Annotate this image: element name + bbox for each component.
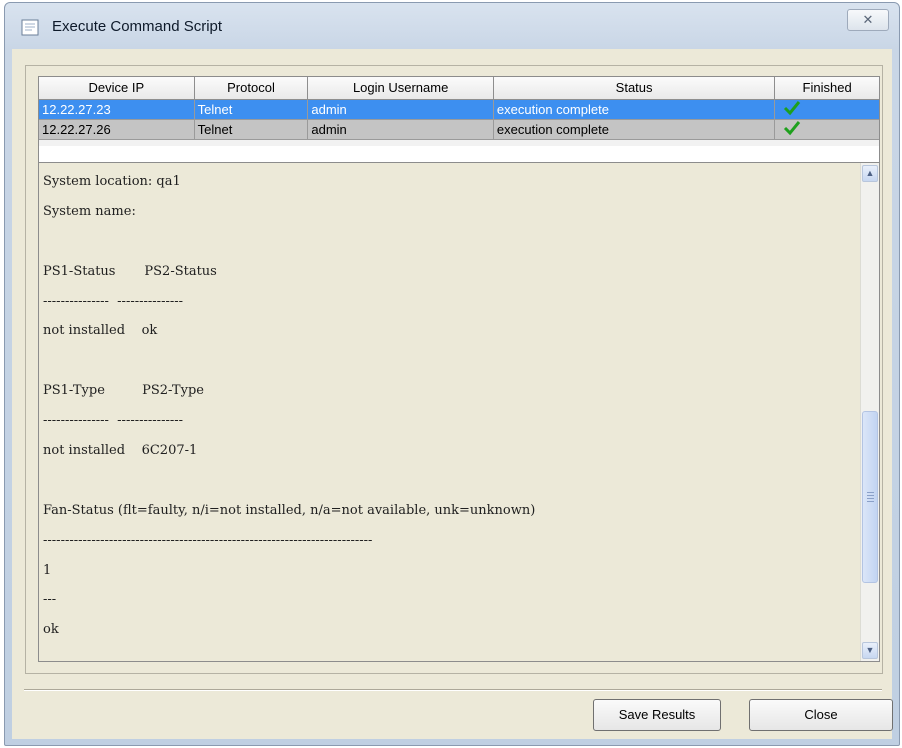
save-results-button[interactable]: Save Results [593, 699, 721, 731]
command-output-text: System location: qa1 System name: PS1-Stat… [43, 167, 855, 657]
check-icon [775, 100, 879, 119]
vertical-scrollbar[interactable]: ▲ ▼ [860, 163, 879, 661]
close-icon: ✕ [862, 12, 874, 27]
scroll-up-button[interactable]: ▲ [862, 165, 878, 182]
scrollbar-thumb[interactable] [862, 411, 878, 583]
cell-device-ip: 12.22.27.23 [39, 100, 195, 119]
cell-login-username: admin [308, 100, 494, 119]
output-line: System name: [43, 203, 136, 219]
command-output-pane[interactable]: System location: qa1 System name: PS1-Stat… [38, 162, 880, 662]
column-header-status[interactable]: Status [494, 77, 776, 99]
table-row-selected[interactable]: 12.22.27.23 Telnet admin execution compl… [39, 100, 879, 120]
execute-command-script-window: Execute Command Script ✕ Device IP Proto… [4, 2, 900, 746]
grip-icon [867, 492, 874, 502]
column-header-finished[interactable]: Finished [775, 77, 879, 99]
output-line: System location: qa1 [43, 174, 181, 189]
title-bar[interactable]: Execute Command Script ✕ [5, 3, 899, 47]
output-line: Fan-Status (flt=faulty, n/i=not installe… [43, 502, 536, 518]
output-line: not installed ok [43, 323, 158, 339]
output-line: --------------- --------------- [43, 413, 184, 429]
close-button[interactable]: Close [749, 699, 893, 731]
cell-protocol: Telnet [195, 120, 309, 139]
cell-status: execution complete [494, 120, 776, 139]
cell-protocol: Telnet [195, 100, 309, 119]
output-line: not installed 6C207-1 [43, 443, 198, 459]
column-header-device-ip[interactable]: Device IP [39, 77, 195, 99]
dialog-content: Device IP Protocol Login Username Status… [12, 49, 893, 739]
window-close-button[interactable]: ✕ [847, 9, 889, 31]
output-line: PS1-Status PS2-Status [43, 263, 217, 279]
output-line: PS1-Type PS2-Type [43, 383, 204, 399]
cell-status: execution complete [494, 100, 776, 119]
window-title: Execute Command Script [52, 18, 223, 35]
column-header-protocol[interactable]: Protocol [195, 77, 309, 99]
document-icon [21, 19, 41, 37]
cell-device-ip: 12.22.27.26 [39, 120, 195, 139]
column-header-login-username[interactable]: Login Username [308, 77, 494, 99]
cell-login-username: admin [308, 120, 494, 139]
divider [24, 689, 882, 691]
output-line: ok [43, 622, 59, 638]
table-header: Device IP Protocol Login Username Status… [39, 77, 879, 100]
device-results-table: Device IP Protocol Login Username Status… [38, 76, 880, 166]
output-line: ----------------------------------------… [43, 532, 373, 548]
output-line: --------------- --------------- [43, 293, 184, 309]
results-group: Device IP Protocol Login Username Status… [25, 65, 883, 674]
table-row[interactable]: 12.22.27.26 Telnet admin execution compl… [39, 120, 879, 140]
output-line: 1 [43, 562, 52, 578]
scroll-down-button[interactable]: ▼ [862, 642, 878, 659]
check-icon [775, 120, 879, 139]
output-line: --- [43, 592, 57, 608]
table-empty-area [39, 140, 879, 146]
